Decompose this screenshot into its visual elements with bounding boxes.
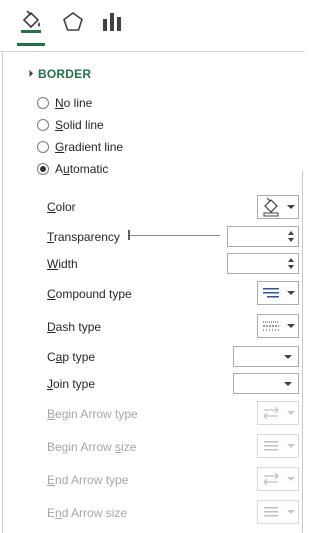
end-arrow-size-dropdown[interactable] [257, 500, 299, 524]
chevron-down-icon [287, 411, 295, 415]
transparency-slider-thumb[interactable] [128, 230, 130, 240]
begin-arrow-type-label: Begin Arrow type [47, 407, 138, 421]
cap-type-label: Cap type [47, 350, 96, 364]
transparency-slider-track[interactable] [128, 235, 220, 236]
transparency-label: Transparency [47, 230, 120, 244]
begin-arrow-type-dropdown[interactable] [257, 401, 299, 425]
radio-gradient-line[interactable]: Gradient line [37, 139, 123, 155]
join-type-select[interactable] [233, 373, 299, 394]
chevron-down-icon [287, 324, 295, 328]
radio-button[interactable] [37, 119, 49, 131]
radio-no-line[interactable]: No line [37, 95, 92, 111]
dash-type-label: Dash type [47, 320, 102, 334]
chevron-down-icon [287, 477, 295, 481]
radio-button[interactable] [37, 97, 49, 109]
radio-button[interactable] [37, 141, 49, 153]
cap-type-select[interactable] [233, 346, 299, 367]
spin-up-icon[interactable] [288, 258, 294, 262]
radio-label: Solid line [55, 118, 104, 132]
end-arrow-type-dropdown[interactable] [257, 467, 299, 491]
begin-arrow-size-label: Begin Arrow size [47, 440, 137, 454]
compound-lines-icon [263, 288, 279, 298]
width-label: Width [47, 257, 78, 271]
tab-size-properties[interactable] [99, 8, 125, 36]
arrow-type-icon [263, 472, 279, 486]
end-arrow-size-label: End Arrow size [47, 506, 128, 520]
tab-effects[interactable] [60, 8, 86, 36]
chevron-down-icon [287, 510, 295, 514]
border-panel: BORDER No line Solid line Gradient line … [0, 53, 305, 533]
chevron-down-icon [287, 291, 295, 295]
section-title: BORDER [38, 67, 92, 81]
transparency-spinner[interactable] [227, 226, 299, 247]
chevron-down-icon [284, 355, 292, 359]
chevron-down-icon [284, 382, 292, 386]
dash-lines-icon [263, 321, 279, 331]
color-picker-button[interactable] [257, 195, 299, 219]
radio-button-checked[interactable] [37, 163, 49, 175]
chevron-down-icon [287, 205, 295, 209]
radio-label: No line [55, 96, 93, 110]
color-label: Color [47, 200, 76, 214]
fill-line-icon [21, 10, 41, 33]
compound-type-label: Compound type [47, 287, 132, 301]
arrow-size-icon [264, 441, 278, 451]
panel-left-border [2, 53, 3, 533]
radio-label: Gradient line [55, 140, 124, 154]
tab-fill-line[interactable] [17, 8, 45, 46]
spin-up-icon[interactable] [288, 231, 294, 235]
join-type-label: Join type [47, 377, 96, 391]
size-properties-icon [103, 13, 121, 31]
radio-automatic[interactable]: Automatic [37, 161, 108, 177]
spin-down-icon[interactable] [288, 238, 294, 242]
radio-label: Automatic [55, 162, 109, 176]
begin-arrow-size-dropdown[interactable] [257, 434, 299, 458]
dash-type-dropdown[interactable] [257, 314, 299, 338]
border-section-header[interactable]: BORDER [22, 66, 91, 82]
panel-right-border [302, 171, 303, 533]
compound-type-dropdown[interactable] [257, 281, 299, 305]
collapse-triangle-icon [22, 69, 34, 81]
format-pane-tabbar [0, 0, 305, 52]
spin-down-icon[interactable] [288, 265, 294, 269]
radio-solid-line[interactable]: Solid line [37, 117, 104, 133]
paint-bucket-icon [263, 197, 279, 217]
arrow-type-icon [263, 406, 279, 420]
effects-pentagon-icon [63, 12, 83, 31]
arrow-size-icon [264, 507, 278, 517]
end-arrow-type-label: End Arrow type [47, 473, 129, 487]
chevron-down-icon [287, 444, 295, 448]
width-spinner[interactable] [227, 253, 299, 274]
